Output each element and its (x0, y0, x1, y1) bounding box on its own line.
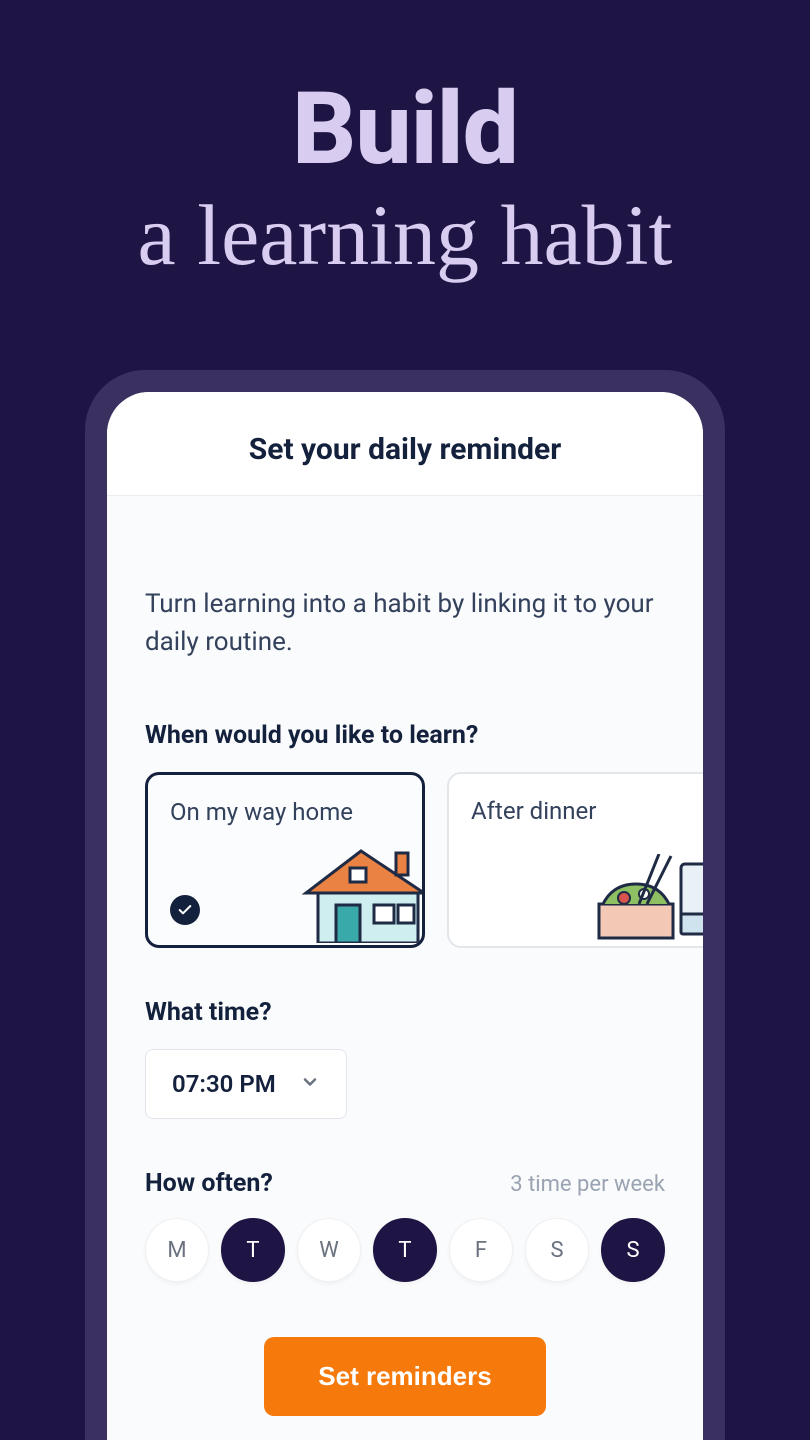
dinner-icon (589, 854, 703, 948)
intro-text: Turn learning into a habit by linking it… (145, 586, 665, 661)
day-toggle-fri[interactable]: F (449, 1218, 513, 1282)
hero-line2: a learning habit (0, 188, 810, 283)
house-icon (296, 843, 425, 947)
when-question: When would you like to learn? (145, 721, 665, 750)
chevron-down-icon (300, 1070, 320, 1098)
day-toggle-sun[interactable]: S (601, 1218, 665, 1282)
screen-body: Turn learning into a habit by linking it… (107, 496, 703, 1416)
day-toggle-mon[interactable]: M (145, 1218, 209, 1282)
day-toggle-sat[interactable]: S (525, 1218, 589, 1282)
phone-frame: Set your daily reminder Turn learning in… (85, 370, 725, 1440)
page-title: Set your daily reminder (127, 432, 683, 467)
hero-line1: Build (0, 80, 810, 180)
days-row: M T W T F S S (145, 1218, 665, 1282)
hero-heading: Build a learning habit (0, 0, 810, 283)
freq-question: How often? (145, 1169, 273, 1198)
when-option-dinner[interactable]: After dinner (447, 772, 703, 948)
day-toggle-wed[interactable]: W (297, 1218, 361, 1282)
day-toggle-thu[interactable]: T (373, 1218, 437, 1282)
time-select[interactable]: 07:30 PM (145, 1049, 347, 1119)
screen-header: Set your daily reminder (107, 392, 703, 496)
set-reminders-button[interactable]: Set reminders (264, 1337, 545, 1416)
day-toggle-tue[interactable]: T (221, 1218, 285, 1282)
when-option-label: On my way home (170, 797, 400, 827)
when-option-label: After dinner (471, 796, 703, 826)
when-options: On my way home (145, 772, 703, 948)
freq-summary: 3 time per week (510, 1172, 665, 1197)
when-option-home[interactable]: On my way home (145, 772, 425, 948)
time-value: 07:30 PM (172, 1070, 276, 1098)
time-question: What time? (145, 998, 665, 1027)
phone-screen: Set your daily reminder Turn learning in… (107, 392, 703, 1440)
check-icon (170, 895, 200, 925)
